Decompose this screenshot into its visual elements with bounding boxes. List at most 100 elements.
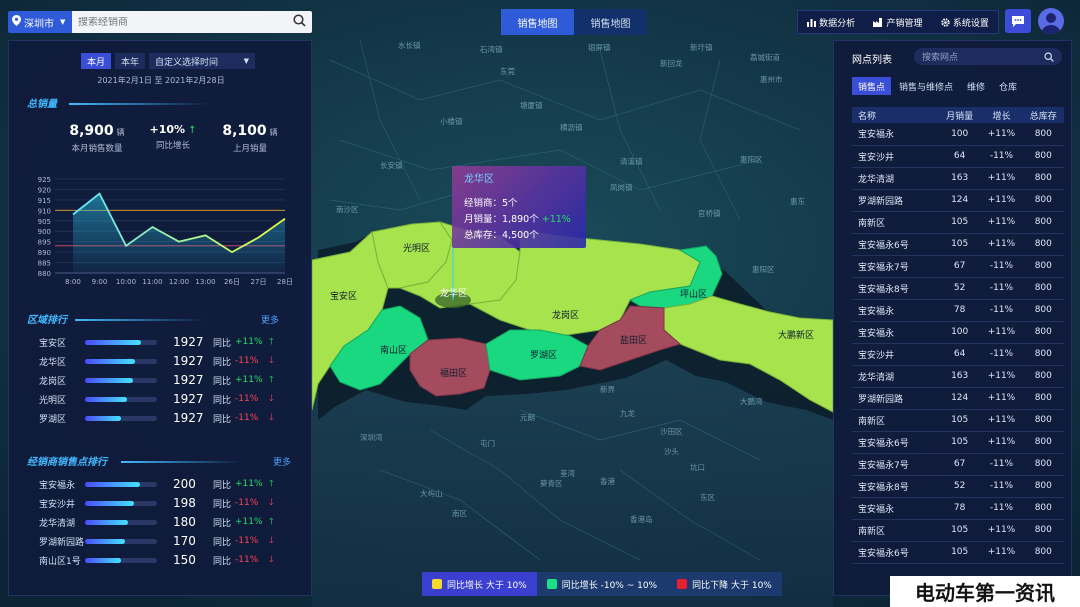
tab-warehouse[interactable]: 仓库 (993, 77, 1023, 95)
dealer-rank-row[interactable]: 罗湖新园路 170 同比 -11% 🡓 (39, 534, 309, 548)
svg-text:塘厦镇: 塘厦镇 (520, 100, 543, 110)
rank-name: 龙华区 (39, 357, 67, 368)
table-row[interactable]: 宝安福永6号 105 +11% 800 (852, 233, 1064, 256)
region-rank-row[interactable]: 光明区 1927 同比 -11% 🡓 (39, 392, 309, 406)
y-tick-label: 900 (38, 228, 51, 236)
x-tick-label: 9:00 (92, 278, 108, 286)
table-row[interactable]: 宝安福永8号 52 -11% 800 (852, 277, 1064, 300)
cell-stock: 800 (1022, 387, 1064, 410)
region-rank-row[interactable]: 罗湖区 1927 同比 -11% 🡓 (39, 411, 309, 425)
table-row[interactable]: 宝安沙井 64 -11% 800 (852, 343, 1064, 366)
region-more-link[interactable]: 更多 (261, 313, 279, 326)
table-row[interactable]: 宝安福永 100 +11% 800 (852, 123, 1064, 146)
table-row[interactable]: 宝安福永 78 -11% 800 (852, 299, 1064, 322)
col-name[interactable]: 名称 (852, 107, 939, 123)
cell-name: 南新区 (852, 211, 939, 234)
table-row[interactable]: 罗湖新园路 124 +11% 800 (852, 189, 1064, 212)
region-rank-row[interactable]: 宝安区 1927 同比 +11% 🡑 (39, 335, 309, 349)
table-row[interactable]: 南新区 105 +11% 800 (852, 409, 1064, 432)
cell-name: 宝安福永 (852, 321, 939, 344)
legend-decline-high[interactable]: 同比下降 大于 10% (667, 572, 782, 596)
cell-name: 南新区 (852, 409, 939, 432)
tab-sales-point[interactable]: 销售点 (852, 77, 892, 95)
y-tick-label: 885 (38, 260, 51, 268)
table-row[interactable]: 宝安福永7号 67 -11% 800 (852, 255, 1064, 278)
svg-text:新界: 新界 (600, 384, 615, 394)
y-tick-label: 910 (38, 207, 51, 215)
sales-line-chart[interactable]: 880 885 890 895 900 905 910 915 920 925 8:00 9:00 10… (27, 173, 297, 289)
table-row[interactable]: 罗湖新园路 124 +11% 800 (852, 387, 1064, 410)
legend-growth-mid[interactable]: 同比增长 -10% ~ 10% (536, 572, 668, 596)
tab-repair[interactable]: 维修 (961, 77, 991, 95)
cell-growth: -11% (980, 453, 1023, 476)
svg-text:屯门: 屯门 (480, 438, 495, 448)
outlet-search[interactable]: 搜索网点 (914, 48, 1062, 65)
table-row[interactable]: 宝安福永 78 -11% 800 (852, 497, 1064, 520)
nav-production-sales[interactable]: 产销管理 (873, 16, 923, 29)
table-row[interactable]: 宝安福永6号 105 +11% 800 (852, 541, 1064, 564)
tooltip-dealers: 经销商：5个 (464, 198, 518, 209)
dealer-rank-row[interactable]: 宝安沙井 198 同比 -11% 🡓 (39, 496, 309, 510)
dealer-search-input[interactable] (78, 16, 268, 28)
col-growth[interactable]: 增长 (980, 107, 1023, 123)
table-row[interactable]: 宝安福永7号 67 -11% 800 (852, 453, 1064, 476)
top-bar: 深圳市 ▼ 销售地图 销售地图 数据分析 产销管理 系统设置 (0, 0, 1080, 42)
svg-text:沙田区: 沙田区 (660, 427, 683, 436)
dealer-rank-row[interactable]: 宝安福永 200 同比 +11% 🡑 (39, 477, 309, 491)
cell-growth: -11% (980, 277, 1023, 300)
period-this-month[interactable]: 本月 (81, 53, 112, 69)
cell-stock: 800 (1022, 255, 1064, 278)
district-futian[interactable] (409, 337, 491, 397)
table-row[interactable]: 宝安福永6号 105 +11% 800 (852, 431, 1064, 454)
dealer-rank-row[interactable]: 南山区1号 150 同比 -11% 🡓 (39, 553, 309, 567)
top-nav: 数据分析 产销管理 系统设置 (797, 10, 999, 34)
table-row[interactable]: 龙华清湖 163 +11% 800 (852, 167, 1064, 190)
tab-sales-map-1[interactable]: 销售地图 (501, 9, 574, 35)
nav-system-settings[interactable]: 系统设置 (941, 16, 989, 29)
svg-text:元朗: 元朗 (520, 412, 535, 422)
rank-value: 1927 (173, 373, 204, 387)
label-pingshan: 坪山区 (680, 289, 707, 300)
table-row[interactable]: 龙华清湖 163 +11% 800 (852, 365, 1064, 388)
cell-monthly-sales: 100 (938, 123, 981, 146)
cell-name: 宝安福永8号 (852, 277, 939, 300)
table-row[interactable]: 南新区 105 +11% 800 (852, 211, 1064, 234)
cell-growth: +11% (980, 387, 1023, 410)
col-stock[interactable]: 总库存 (1022, 107, 1064, 123)
right-panel: 网点列表 搜索网点 销售点 销售与维修点 维修 仓库 名称 月销量 增长 总库存… (833, 40, 1072, 596)
rank-name: 南山区1号 (39, 556, 81, 567)
legend-growth-high[interactable]: 同比增长 大于 10% (422, 572, 537, 596)
table-row[interactable]: 南新区 105 +11% 800 (852, 519, 1064, 542)
tab-sales-map-2[interactable]: 销售地图 (574, 9, 647, 35)
dealer-search (72, 11, 312, 33)
region-rank-row[interactable]: 龙岗区 1927 同比 +11% 🡑 (39, 373, 309, 387)
cell-stock: 800 (1022, 145, 1064, 168)
x-tick-label: 26日 (224, 278, 240, 286)
table-row[interactable]: 宝安沙井 64 -11% 800 (852, 145, 1064, 168)
cell-name: 宝安福永 (852, 497, 939, 520)
x-tick-label: 12:00 (169, 278, 189, 286)
rank-bar-fill (85, 500, 134, 506)
search-icon[interactable] (293, 14, 306, 30)
nav-data-analysis[interactable]: 数据分析 (807, 16, 855, 29)
cell-name: 宝安福永 (852, 123, 939, 146)
dealer-more-link[interactable]: 更多 (273, 455, 291, 468)
table-row[interactable]: 宝安福永 100 +11% 800 (852, 321, 1064, 344)
city-select[interactable]: 深圳市 ▼ (8, 11, 72, 33)
cell-monthly-sales: 163 (938, 365, 981, 388)
cell-monthly-sales: 105 (938, 541, 981, 564)
chat-bubble-icon (1012, 15, 1024, 27)
col-monthly-sales[interactable]: 月销量 (938, 107, 981, 123)
dealer-rank-row[interactable]: 龙华清湖 180 同比 +11% 🡑 (39, 515, 309, 529)
search-icon[interactable] (1044, 51, 1054, 62)
period-this-year[interactable]: 本年 (115, 53, 146, 69)
rank-name: 宝安福永 (39, 480, 76, 491)
tab-sales-repair[interactable]: 销售与维修点 (893, 77, 959, 95)
region-rank-row[interactable]: 龙华区 1927 同比 -11% 🡓 (39, 354, 309, 368)
custom-time-select[interactable]: 自定义选择时间 ▼ (149, 53, 256, 69)
table-row[interactable]: 宝安福永8号 52 -11% 800 (852, 475, 1064, 498)
label-longgang: 龙岗区 (552, 309, 579, 321)
message-button[interactable] (1005, 9, 1031, 33)
svg-text:东区: 东区 (700, 492, 715, 502)
user-avatar[interactable] (1038, 8, 1064, 34)
